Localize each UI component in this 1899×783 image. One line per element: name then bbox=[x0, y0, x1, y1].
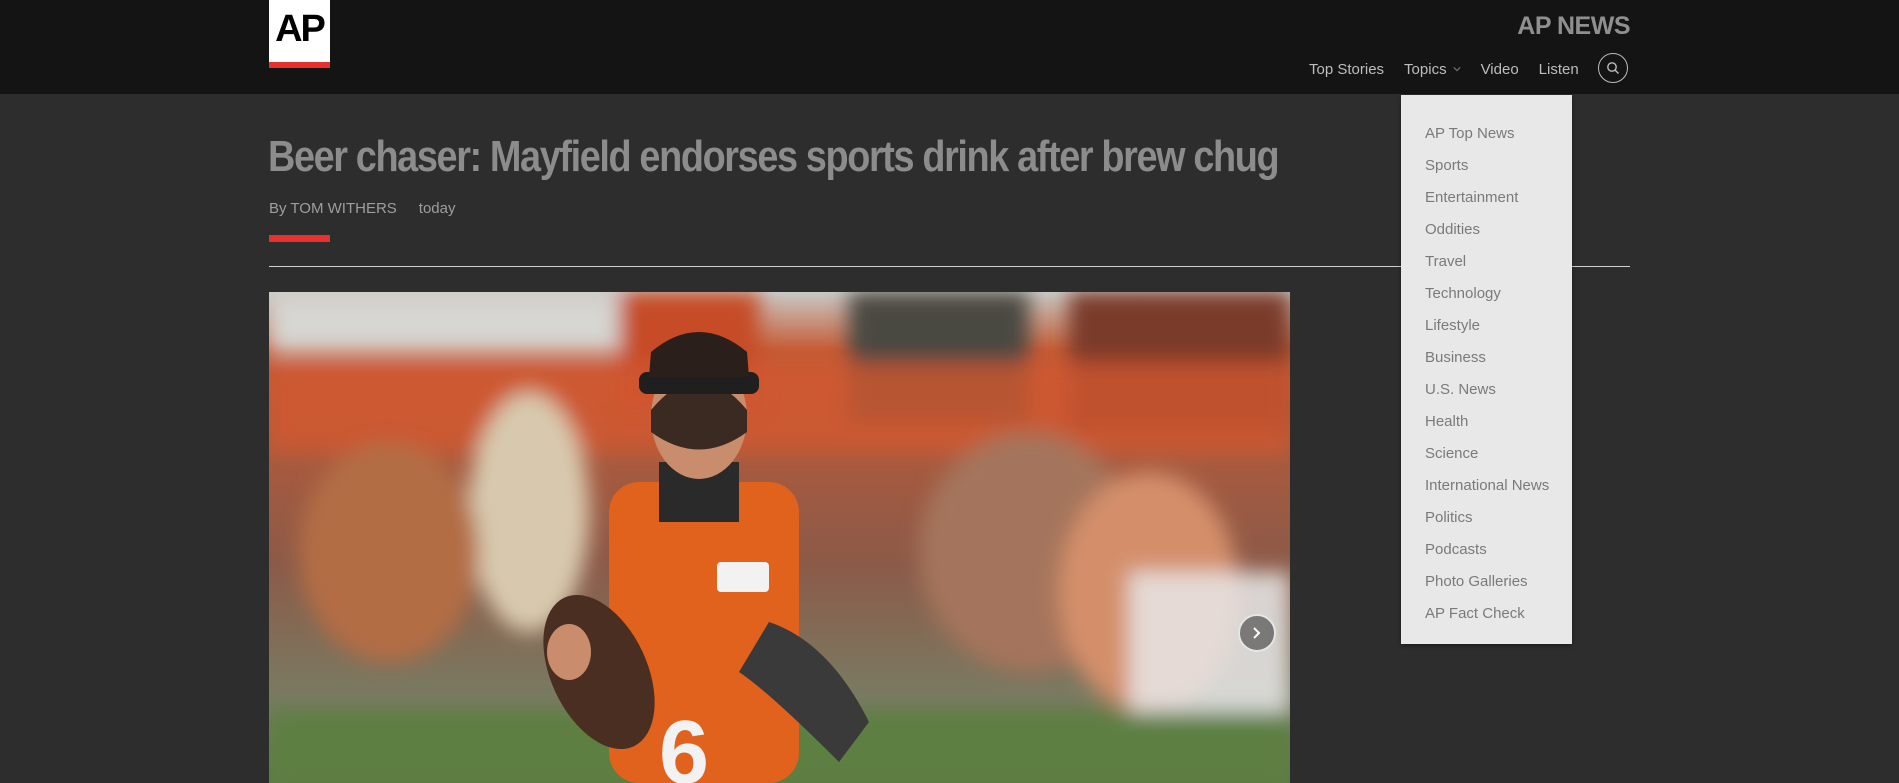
nav-video-label: Video bbox=[1480, 60, 1519, 78]
topics-menu-item[interactable]: Science bbox=[1401, 438, 1572, 470]
ap-logo[interactable]: AP bbox=[269, 0, 330, 68]
nav-video[interactable]: Video bbox=[1481, 61, 1519, 78]
photo-image: 6 bbox=[269, 292, 1290, 783]
article-photo[interactable]: 6 bbox=[269, 292, 1290, 783]
svg-text:6: 6 bbox=[659, 703, 709, 783]
topics-menu-item[interactable]: Health bbox=[1401, 406, 1572, 438]
nav-listen[interactable]: Listen bbox=[1539, 61, 1579, 78]
brand-title[interactable]: AP NEWS bbox=[1517, 12, 1630, 41]
author-name[interactable]: By TOM WITHERS bbox=[269, 200, 397, 217]
accent-rule bbox=[269, 235, 330, 242]
topics-menu-item[interactable]: AP Fact Check bbox=[1401, 598, 1572, 630]
nav-topics-label: Topics bbox=[1404, 60, 1447, 78]
topics-menu-item[interactable]: Photo Galleries bbox=[1401, 566, 1572, 598]
chevron-down-icon bbox=[1452, 67, 1461, 72]
logo-red-bar bbox=[269, 62, 330, 68]
nav-top-stories-label: Top Stories bbox=[1309, 60, 1385, 78]
search-button[interactable] bbox=[1598, 53, 1628, 83]
topics-menu-item[interactable]: Travel bbox=[1401, 246, 1572, 278]
topics-menu-item[interactable]: Lifestyle bbox=[1401, 310, 1572, 342]
nav-listen-label: Listen bbox=[1538, 60, 1579, 78]
topics-menu-item[interactable]: AP Top News bbox=[1401, 118, 1572, 150]
topics-menu-item[interactable]: U.S. News bbox=[1401, 374, 1572, 406]
topics-menu-item[interactable]: Politics bbox=[1401, 502, 1572, 534]
chevron-right-icon bbox=[1253, 627, 1261, 639]
topics-menu-item[interactable]: Sports bbox=[1401, 150, 1572, 182]
byline: By TOM WITHERS today bbox=[269, 200, 456, 217]
nav-top-stories[interactable]: Top Stories bbox=[1309, 61, 1384, 78]
topics-menu-item[interactable]: Business bbox=[1401, 342, 1572, 374]
logo-text: AP bbox=[275, 8, 326, 50]
top-bar: AP AP NEWS Top Stories Topics Video List… bbox=[0, 0, 1899, 94]
topics-menu-item[interactable]: International News bbox=[1401, 470, 1572, 502]
publish-date: today bbox=[418, 200, 456, 217]
next-photo-button[interactable] bbox=[1238, 614, 1276, 652]
topics-menu-item[interactable]: Technology bbox=[1401, 278, 1572, 310]
article-headline: Beer chaser: Mayfield endorses sports dr… bbox=[268, 132, 1280, 181]
topics-menu-item[interactable]: Oddities bbox=[1401, 214, 1572, 246]
topics-dropdown: AP Top News Sports Entertainment Oddities Tr… bbox=[1401, 95, 1572, 644]
nav-topics[interactable]: Topics bbox=[1404, 61, 1461, 78]
main-nav: Top Stories Topics Video Listen bbox=[1309, 54, 1599, 84]
search-icon bbox=[1607, 62, 1619, 74]
topics-menu-item[interactable]: Podcasts bbox=[1401, 534, 1572, 566]
topics-menu-item[interactable]: Entertainment bbox=[1401, 182, 1572, 214]
